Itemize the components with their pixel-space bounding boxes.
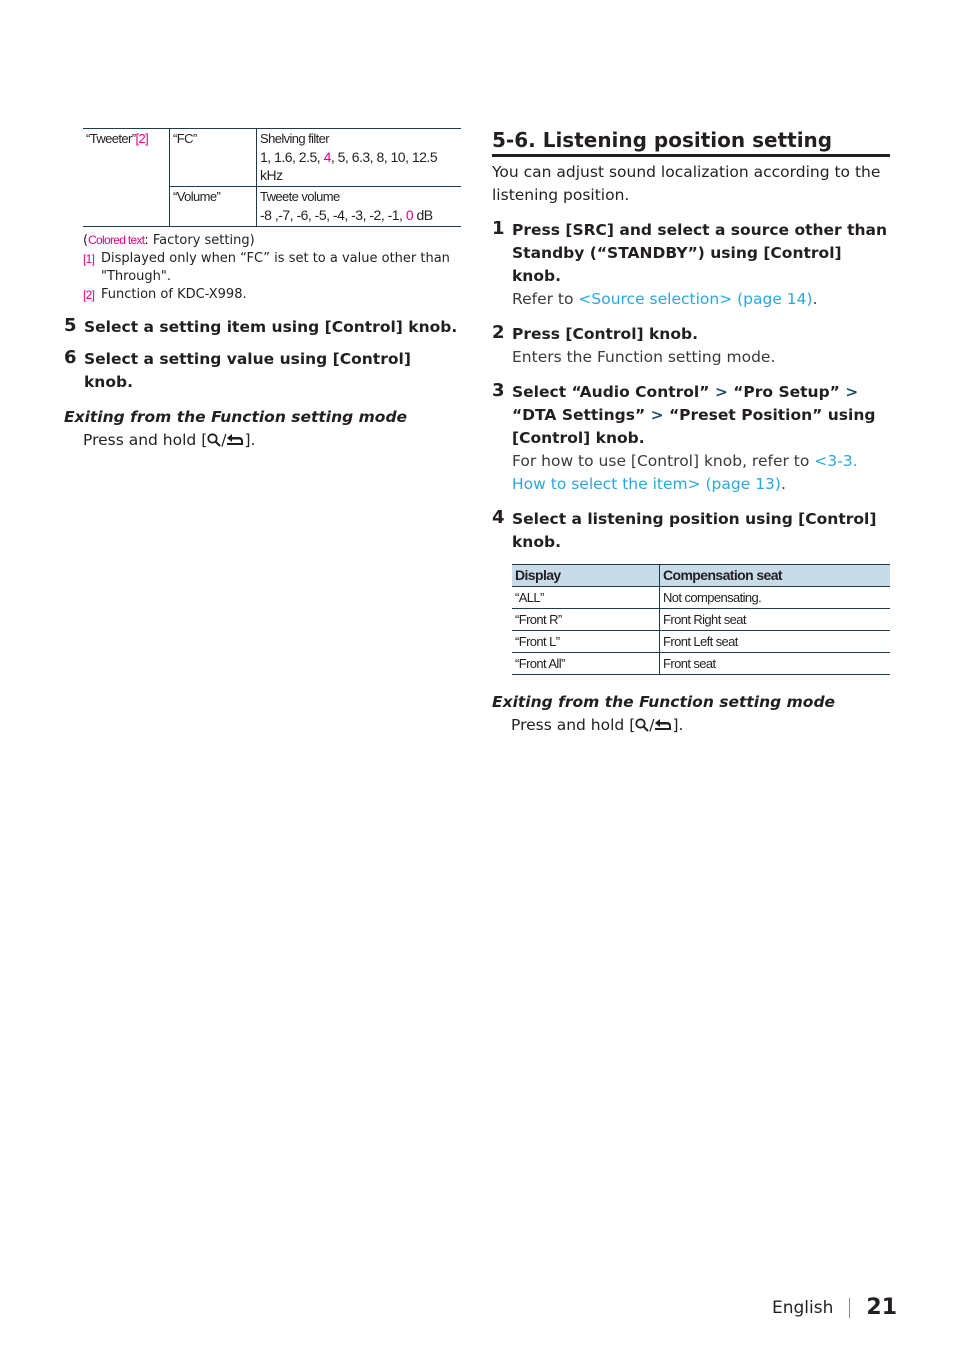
value-range: 1, 1.6, 2.5, 4, 5, 6.3, 8, 10, 12.5 kHz — [260, 148, 458, 184]
item-cell: “Volume” — [169, 186, 257, 227]
section-title: 5-6. Listening position setting — [492, 126, 890, 157]
right-column: 5-6. Listening position setting You can … — [492, 126, 890, 739]
chevron-right-icon: > — [845, 383, 859, 401]
step-number: 1 — [492, 218, 505, 239]
back-icon — [226, 431, 244, 454]
step-number: 5 — [64, 315, 77, 336]
seat-cell: Front Left seat — [659, 630, 890, 653]
value-list: dB — [413, 207, 434, 223]
table-notes: (Colored text: Factory setting) [1] Displ… — [83, 231, 462, 304]
footnote: [2] Function of KDC-X998. — [83, 286, 462, 304]
exit-instruction: Press and hold [/]. — [492, 714, 890, 739]
step-2: 2 Press [Control] knob. Enters the Funct… — [492, 322, 890, 369]
exit-text: Press and hold [ — [511, 716, 636, 734]
step-3: 3 Select “Audio Control” > “Pro Setup” >… — [492, 380, 890, 496]
footnote-mark: [2] — [83, 288, 95, 302]
listening-position-table: Display Compensation seat “ALL” Not comp… — [512, 564, 890, 675]
value-list: -8 ,-7, -6, -5, -4, -3, -2, -1, — [260, 207, 406, 223]
table-row: “ALL” Not compensating. — [512, 586, 890, 609]
value-list: 1, 1.6, 2.5, — [260, 149, 324, 165]
desc-text: Refer to — [512, 290, 579, 308]
step-title: Press [SRC] and select a source other th… — [512, 221, 888, 285]
display-cell: “Front L” — [512, 630, 660, 653]
step-number: 6 — [64, 347, 77, 368]
item-cell: “FC” — [169, 128, 257, 187]
step-number: 4 — [492, 507, 505, 528]
chevron-right-icon: > — [714, 383, 728, 401]
exit-instruction: Press and hold [/]. — [64, 429, 462, 454]
step-title: Select “Audio Control” > “Pro Setup” > “… — [512, 381, 890, 450]
exit-text: ]. — [244, 431, 256, 449]
table-row: “Front R” Front Right seat — [512, 608, 890, 631]
step-6: 6 Select a setting value using [Control]… — [64, 347, 462, 394]
table-row: “Front All” Front seat — [512, 652, 890, 675]
page-footer: English 21 — [772, 1295, 897, 1320]
column-header: Compensation seat — [659, 564, 890, 587]
value-cell: Shelving filter 1, 1.6, 2.5, 4, 5, 6.3, … — [256, 128, 461, 187]
section-intro: You can adjust sound localization accord… — [492, 163, 881, 204]
footnote-mark: [1] — [83, 252, 95, 266]
footer-language: English — [772, 1297, 834, 1318]
step-title: Press [Control] knob. — [512, 325, 698, 343]
footer-divider — [849, 1297, 851, 1318]
step-desc: Enters the Function setting mode. — [512, 348, 776, 366]
exit-text: Press and hold [ — [83, 431, 208, 449]
desc-text: . — [812, 290, 818, 308]
legend-text: : Factory setting) — [144, 233, 255, 248]
step-title: Select a listening position using [Contr… — [512, 510, 877, 551]
menu-path-part: “Pro Setup” — [727, 383, 846, 401]
desc-text: . — [780, 475, 786, 493]
seat-cell: Front seat — [659, 652, 890, 675]
chevron-right-icon: > — [650, 406, 664, 424]
step-number: 3 — [492, 380, 505, 401]
exit-text: ]. — [672, 716, 684, 734]
search-icon — [635, 716, 649, 739]
display-cell: “ALL” — [512, 586, 660, 609]
step-title: Select a setting item using [Control] kn… — [84, 318, 458, 336]
step-number: 2 — [492, 322, 505, 343]
colored-text-label: Colored text — [88, 233, 145, 247]
menu-path-part: Select “Audio Control” — [512, 383, 715, 401]
param-name: “Tweeter” — [86, 131, 136, 146]
seat-cell: Front Right seat — [659, 608, 890, 631]
param-footnote-ref[interactable]: [2] — [136, 131, 149, 146]
colored-text-legend: (Colored text: Factory setting) — [83, 231, 462, 250]
column-header: Display — [512, 564, 660, 587]
page-number: 21 — [866, 1295, 898, 1320]
exit-heading: Exiting from the Function setting mode — [492, 693, 836, 711]
menu-path-part: “DTA Settings” — [512, 406, 651, 424]
step-desc: Refer to <Source selection> (page 14). — [512, 288, 890, 311]
step-4: 4 Select a listening position using [Con… — [492, 507, 890, 554]
desc-text: For how to use [Control] knob, refer to — [512, 452, 815, 470]
value-cell: Tweete volume -8 ,-7, -6, -5, -4, -3, -2… — [256, 186, 461, 227]
search-icon — [207, 431, 221, 454]
value-range: -8 ,-7, -6, -5, -4, -3, -2, -1, 0 dB — [260, 206, 458, 224]
step-desc: For how to use [Control] knob, refer to … — [512, 450, 890, 496]
table-row: “Front L” Front Left seat — [512, 630, 890, 653]
footnote: [1] Displayed only when “FC” is set to a … — [83, 250, 462, 286]
default-value: 4 — [323, 149, 332, 165]
step-1: 1 Press [SRC] and select a source other … — [492, 218, 890, 311]
step-title: Select a setting value using [Control] k… — [84, 350, 411, 391]
table-header-row: Display Compensation seat — [512, 564, 890, 587]
display-cell: “Front R” — [512, 608, 660, 631]
source-selection-link[interactable]: <Source selection> (page 14) — [578, 290, 812, 308]
step-5: 5 Select a setting item using [Control] … — [64, 315, 462, 339]
tweeter-settings-table: “Tweeter”[2] “FC” Shelving filter 1, 1.6… — [83, 128, 461, 227]
footnote-text: Function of KDC-X998. — [101, 287, 247, 302]
value-desc: Shelving filter — [260, 131, 330, 146]
display-cell: “Front All” — [512, 652, 660, 675]
footnote-text: Displayed only when “FC” is set to a val… — [101, 251, 450, 284]
seat-cell: Not compensating. — [659, 586, 890, 609]
left-column: “Tweeter”[2] “FC” Shelving filter 1, 1.6… — [64, 128, 462, 454]
back-icon — [654, 716, 672, 739]
value-desc: Tweete volume — [260, 189, 340, 204]
param-cell: “Tweeter”[2] — [83, 128, 170, 227]
exit-heading: Exiting from the Function setting mode — [64, 408, 408, 426]
table-row: “Tweeter”[2] “FC” Shelving filter 1, 1.6… — [83, 128, 461, 227]
